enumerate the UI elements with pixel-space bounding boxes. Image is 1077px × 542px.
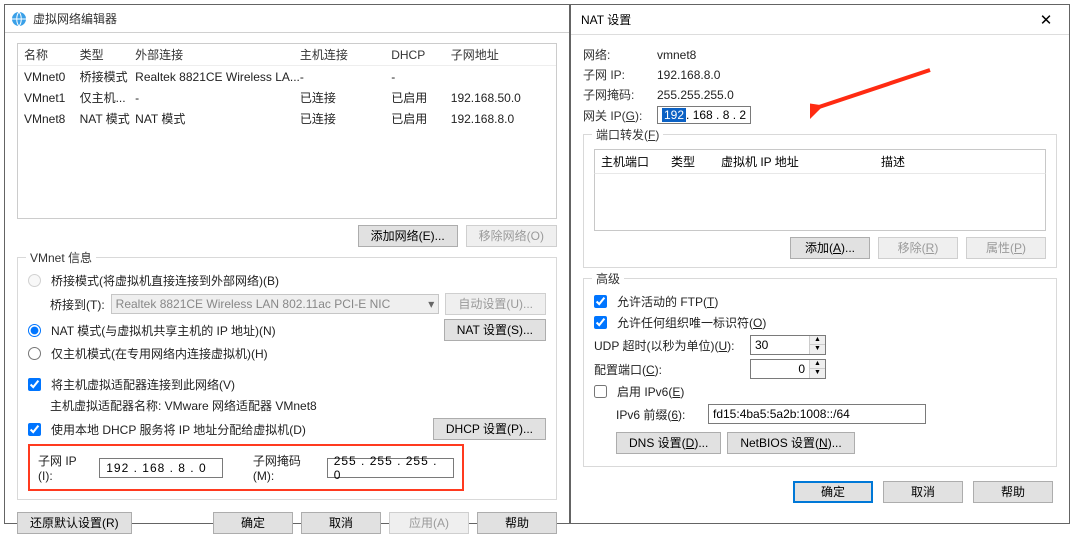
network-value: vmnet8 <box>657 48 696 62</box>
remove-network-button[interactable]: 移除网络(O) <box>466 225 557 247</box>
apply-button[interactable]: 应用(A) <box>389 512 469 534</box>
spin-down-icon[interactable]: ▼ <box>810 345 825 354</box>
nat-ok-button[interactable]: 确定 <box>793 481 873 503</box>
main-titlebar: 虚拟网络编辑器 <box>5 5 569 33</box>
dhcp-settings-button[interactable]: DHCP 设置(P)... <box>433 418 546 440</box>
nat-settings-dialog: NAT 设置 ✕ 网络:vmnet8 子网 IP:192.168.8.0 子网掩… <box>570 4 1070 524</box>
vmnet-info-group: VMnet 信息 桥接模式(将虚拟机直接连接到外部网络)(B) 桥接到(T): … <box>17 257 557 500</box>
config-port-spinner[interactable]: 0▲▼ <box>750 359 826 379</box>
port-forward-legend: 端口转发(F) <box>592 126 663 143</box>
ipv6-label: 启用 IPv6(E) <box>617 383 684 400</box>
table-header: 名称 类型 外部连接 主机连接 DHCP 子网地址 <box>18 44 556 66</box>
restore-defaults-button[interactable]: 还原默认设置(R) <box>17 512 132 534</box>
subnet-ip-value: 192.168.8.0 <box>657 68 720 82</box>
udp-timeout-spinner[interactable]: 30▲▼ <box>750 335 826 355</box>
config-port-label: 配置端口(C): <box>594 361 744 378</box>
pf-properties-button[interactable]: 属性(P) <box>966 237 1046 259</box>
pf-add-button[interactable]: 添加(A)... <box>790 237 870 259</box>
subnet-mask-label: 子网掩码: <box>583 86 657 103</box>
port-forward-table[interactable]: 主机端口 类型 虚拟机 IP 地址 描述 <box>594 149 1046 231</box>
pf-remove-button[interactable]: 移除(R) <box>878 237 958 259</box>
nat-radio[interactable] <box>28 324 41 337</box>
hostonly-label: 仅主机模式(在专用网络内连接虚拟机)(H) <box>51 345 268 362</box>
pf-header: 主机端口 类型 虚拟机 IP 地址 描述 <box>594 149 1046 173</box>
auto-settings-button[interactable]: 自动设置(U)... <box>445 293 546 315</box>
spin-up-icon[interactable]: ▲ <box>810 336 825 345</box>
gateway-ip-input[interactable]: 192 . 168 . 8 . 2 <box>657 106 751 124</box>
dns-settings-button[interactable]: DNS 设置(D)... <box>616 432 721 454</box>
hostonly-radio[interactable] <box>28 347 41 360</box>
add-network-button[interactable]: 添加网络(E)... <box>358 225 458 247</box>
table-row[interactable]: VMnet0 桥接模式 Realtek 8821CE Wireless LA..… <box>18 66 556 87</box>
app-icon <box>11 11 27 27</box>
dhcp-checkbox[interactable] <box>28 423 41 436</box>
nat-help-button[interactable]: 帮助 <box>973 481 1053 503</box>
udp-timeout-label: UDP 超时(以秒为单位)(U): <box>594 337 744 354</box>
close-button[interactable]: ✕ <box>1023 5 1069 35</box>
nat-settings-button[interactable]: NAT 设置(S)... <box>444 319 546 341</box>
active-ftp-label: 允许活动的 FTP(T) <box>617 293 718 310</box>
allow-oui-checkbox[interactable] <box>594 316 607 329</box>
dhcp-label: 使用本地 DHCP 服务将 IP 地址分配给虚拟机(D) <box>51 421 306 438</box>
subnet-ip-label: 子网 IP: <box>583 66 657 83</box>
group-legend: VMnet 信息 <box>26 249 96 266</box>
subnet-mask-input[interactable]: 255 . 255 . 255 . 0 <box>327 458 454 478</box>
advanced-group: 高级 允许活动的 FTP(T) 允许任何组织唯一标识符(O) UDP 超时(以秒… <box>583 278 1057 467</box>
port-forward-group: 端口转发(F) 主机端口 类型 虚拟机 IP 地址 描述 添加(A)... 移除… <box>583 134 1057 268</box>
virtual-network-editor-window: 虚拟网络编辑器 名称 类型 外部连接 主机连接 DHCP 子网地址 VMnet0… <box>4 4 570 524</box>
table-row[interactable]: VMnet8 NAT 模式 NAT 模式 已连接 已启用 192.168.8.0 <box>18 108 556 129</box>
bridge-adapter-select[interactable]: Realtek 8821CE Wireless LAN 802.11ac PCI… <box>111 294 440 314</box>
spin-up-icon[interactable]: ▲ <box>810 360 825 369</box>
nat-label: NAT 模式(与虚拟机共享主机的 IP 地址)(N) <box>51 322 276 339</box>
chevron-down-icon: ▾ <box>428 297 434 311</box>
bridge-radio[interactable] <box>28 274 41 287</box>
nat-titlebar: NAT 设置 ✕ <box>571 5 1069 35</box>
spin-down-icon[interactable]: ▼ <box>810 369 825 378</box>
subnet-mask-value: 255.255.255.0 <box>657 88 734 102</box>
host-adapter-name: 主机虚拟适配器名称: VMware 网络适配器 VMnet8 <box>50 397 317 414</box>
active-ftp-checkbox[interactable] <box>594 295 607 308</box>
bridge-to-label: 桥接到(T): <box>50 296 105 313</box>
gateway-label: 网关 IP(G): <box>583 107 657 124</box>
ipv6-checkbox[interactable] <box>594 385 607 398</box>
networks-table[interactable]: 名称 类型 外部连接 主机连接 DHCP 子网地址 VMnet0 桥接模式 Re… <box>17 43 557 219</box>
bridge-label: 桥接模式(将虚拟机直接连接到外部网络)(B) <box>51 272 279 289</box>
table-row[interactable]: VMnet1 仅主机... - 已连接 已启用 192.168.50.0 <box>18 87 556 108</box>
network-label: 网络: <box>583 46 657 63</box>
subnet-ip-input[interactable]: 192 . 168 . 8 . 0 <box>99 458 223 478</box>
advanced-legend: 高级 <box>592 270 624 287</box>
ipv6-prefix-label: IPv6 前缀(6): <box>616 406 702 423</box>
cancel-button[interactable]: 取消 <box>301 512 381 534</box>
netbios-settings-button[interactable]: NetBIOS 设置(N)... <box>727 432 854 454</box>
host-adapter-checkbox[interactable] <box>28 378 41 391</box>
subnet-ip-label: 子网 IP (I): <box>38 452 93 483</box>
help-button[interactable]: 帮助 <box>477 512 557 534</box>
highlight-box: 子网 IP (I): 192 . 168 . 8 . 0 子网掩码(M): 25… <box>28 444 464 491</box>
ipv6-prefix-input[interactable]: fd15:4ba5:5a2b:1008::/64 <box>708 404 926 424</box>
main-title: 虚拟网络编辑器 <box>33 10 563 27</box>
allow-oui-label: 允许任何组织唯一标识符(O) <box>617 314 766 331</box>
subnet-mask-label: 子网掩码(M): <box>253 452 321 483</box>
nat-title: NAT 设置 <box>581 11 1023 28</box>
ok-button[interactable]: 确定 <box>213 512 293 534</box>
nat-cancel-button[interactable]: 取消 <box>883 481 963 503</box>
host-adapter-label: 将主机虚拟适配器连接到此网络(V) <box>51 376 235 393</box>
